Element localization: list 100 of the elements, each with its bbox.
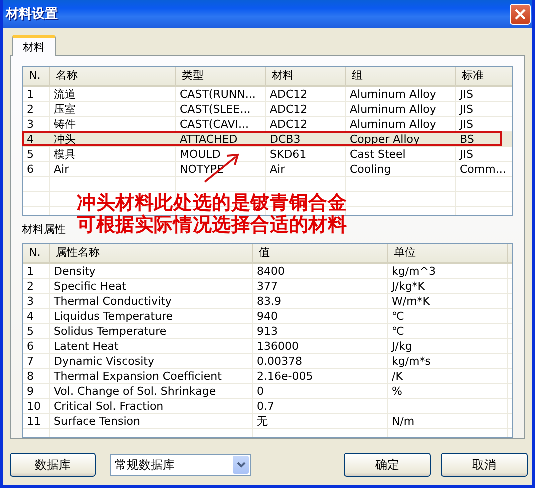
table-cell: 模具 bbox=[54, 148, 76, 161]
table-cell: 0.00378 bbox=[257, 355, 302, 368]
table-cell: JIS bbox=[460, 148, 474, 161]
section-label: 材料属性 bbox=[22, 222, 66, 237]
chevron-down-icon bbox=[236, 462, 246, 468]
table-cell: Cast Steel bbox=[350, 148, 406, 161]
table-cell: 913 bbox=[257, 325, 278, 338]
table-cell: 6 bbox=[27, 163, 34, 176]
table-cell: 0.7 bbox=[257, 400, 274, 413]
table-cell: Comm... bbox=[460, 163, 506, 176]
close-button[interactable] bbox=[510, 4, 531, 24]
table-cell: 1 bbox=[27, 88, 34, 101]
column-header[interactable]: 名称 bbox=[50, 67, 176, 85]
table-cell: CAST(SLEE... bbox=[180, 103, 251, 116]
cancel-button[interactable]: 取消 bbox=[441, 453, 528, 477]
table-cell: 10 bbox=[27, 400, 41, 413]
table-cell: ℃ bbox=[392, 310, 404, 323]
table-cell: 流道 bbox=[54, 88, 76, 101]
column-header[interactable]: 值 bbox=[253, 244, 388, 262]
annotation-text: 可根据实际情况选择合适的材料 bbox=[77, 214, 348, 236]
tab[interactable]: 材料 bbox=[12, 35, 56, 56]
table-cell: J/kg*K bbox=[392, 280, 426, 293]
table-cell: SKD61 bbox=[270, 148, 307, 161]
table-cell: 8 bbox=[27, 370, 34, 383]
table-cell: W/m*K bbox=[392, 295, 430, 308]
table-cell: 1 bbox=[27, 265, 34, 278]
table-cell: CAST(CAVI... bbox=[180, 118, 249, 131]
table-cell: 5 bbox=[27, 325, 34, 338]
table-cell: 8400 bbox=[257, 265, 285, 278]
table-cell: Aluminum Alloy bbox=[350, 103, 436, 116]
table-cell: Solidus Temperature bbox=[54, 325, 167, 338]
column-header[interactable]: 单位 bbox=[388, 244, 508, 262]
table-cell: ADC12 bbox=[270, 88, 308, 101]
table-cell: MOULD bbox=[180, 148, 221, 161]
table-cell: 压室 bbox=[54, 103, 76, 116]
table-cell: /K bbox=[392, 370, 403, 383]
table-cell: J/kg bbox=[392, 340, 412, 353]
table-cell: 2 bbox=[27, 280, 34, 293]
table-cell: kg/m^3 bbox=[392, 265, 436, 278]
column-header[interactable]: 类型 bbox=[176, 67, 266, 85]
table-cell: 940 bbox=[257, 310, 278, 323]
table-cell: 3 bbox=[27, 118, 34, 131]
column-header[interactable]: 组 bbox=[346, 67, 456, 85]
table-cell: 4 bbox=[27, 310, 34, 323]
table-cell: 377 bbox=[257, 280, 278, 293]
table-cell: 9 bbox=[27, 385, 34, 398]
annotation-text: 冲头材料此处选的是铍青铜合金 bbox=[77, 192, 348, 214]
table-cell: 2.16e-005 bbox=[257, 370, 314, 383]
table-cell: 11 bbox=[27, 415, 41, 428]
table-cell: ℃ bbox=[392, 325, 404, 338]
table-cell: Aluminum Alloy bbox=[350, 118, 436, 131]
table-cell: 0 bbox=[257, 385, 264, 398]
table-cell: 6 bbox=[27, 340, 34, 353]
ok-button[interactable]: 确定 bbox=[344, 453, 431, 477]
table-cell: JIS bbox=[460, 118, 474, 131]
window-title: 材料设置 bbox=[6, 6, 58, 23]
table-cell: 7 bbox=[27, 355, 34, 368]
table-cell: Air bbox=[54, 163, 70, 176]
table-cell: 无 bbox=[257, 415, 268, 428]
table-cell: 冲头 bbox=[54, 133, 76, 146]
column-header[interactable]: N. bbox=[23, 67, 50, 85]
table-cell: Thermal Expansion Coefficient bbox=[54, 370, 222, 383]
table-cell: ADC12 bbox=[270, 103, 308, 116]
table-cell: kg/m*s bbox=[392, 355, 432, 368]
table-cell: Surface Tension bbox=[54, 415, 140, 428]
table-cell: Specific Heat bbox=[54, 280, 126, 293]
table-cell: 铸件 bbox=[54, 118, 76, 131]
table-cell: JIS bbox=[460, 88, 474, 101]
table-cell: Air bbox=[270, 163, 286, 176]
table-cell: Liquidus Temperature bbox=[54, 310, 174, 323]
table-cell: 3 bbox=[27, 295, 34, 308]
column-header[interactable]: 标准 bbox=[456, 67, 512, 85]
table-cell: 83.9 bbox=[257, 295, 282, 308]
table-cell: N/m bbox=[392, 415, 415, 428]
table-cell: Latent Heat bbox=[54, 340, 119, 353]
table-cell: Copper Alloy bbox=[350, 133, 420, 146]
table-cell: Cooling bbox=[350, 163, 392, 176]
table-cell: 2 bbox=[27, 103, 34, 116]
table-cell: Vol. Change of Sol. Shrinkage bbox=[54, 385, 216, 398]
table-cell: Dynamic Viscosity bbox=[54, 355, 154, 368]
table-cell: JIS bbox=[460, 103, 474, 116]
table-cell: Density bbox=[54, 265, 96, 278]
close-icon bbox=[515, 8, 526, 20]
table-cell: 5 bbox=[27, 148, 34, 161]
table-cell: Thermal Conductivity bbox=[54, 295, 172, 308]
database-dropdown[interactable]: 常规数据库 bbox=[110, 454, 251, 476]
database-button[interactable]: 数据库 bbox=[10, 453, 96, 477]
table-cell: Aluminum Alloy bbox=[350, 88, 436, 101]
column-header[interactable]: 材料 bbox=[266, 67, 346, 85]
table-cell: BS bbox=[460, 133, 474, 146]
table-cell: Critical Sol. Fraction bbox=[54, 400, 164, 413]
column-header[interactable]: N. bbox=[23, 244, 50, 262]
table-cell: 136000 bbox=[257, 340, 299, 353]
table-cell: ATTACHED bbox=[180, 133, 238, 146]
table-cell: % bbox=[392, 385, 402, 398]
table-cell: 4 bbox=[27, 133, 34, 146]
table-cell: DCB3 bbox=[270, 133, 301, 146]
table-cell: ADC12 bbox=[270, 118, 308, 131]
table-cell: CAST(RUNN... bbox=[180, 88, 256, 101]
column-header[interactable]: 属性名称 bbox=[50, 244, 253, 262]
